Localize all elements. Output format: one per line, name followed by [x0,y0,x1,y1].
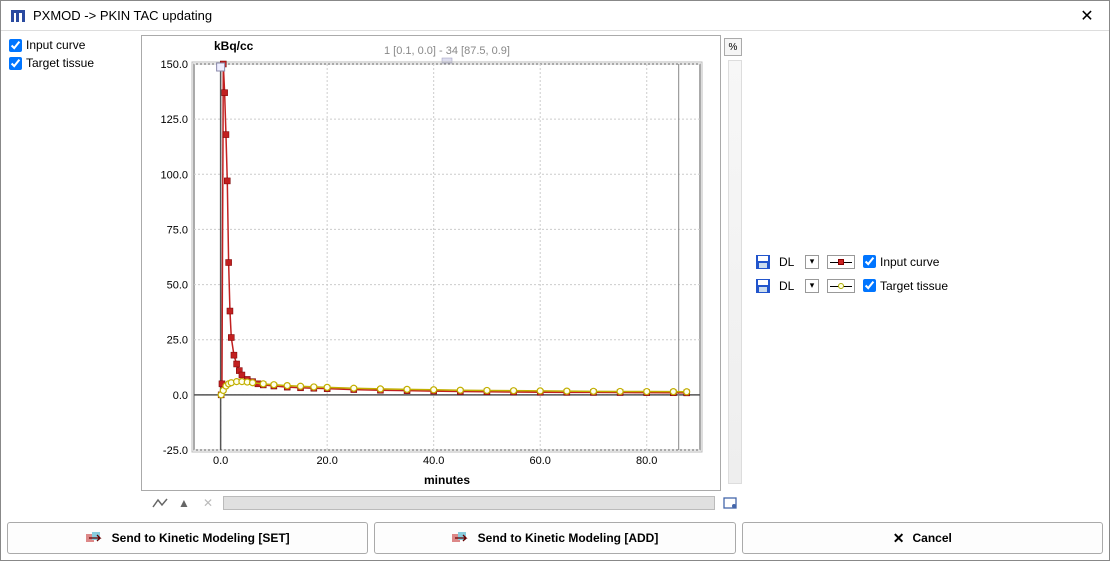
horizontal-scrollbar[interactable] [223,496,715,510]
expand-icon[interactable] [721,495,739,511]
checkbox-input-curve-box[interactable] [9,39,22,52]
legend-dropdown-1[interactable]: ▾ [805,255,819,269]
close-icon: ✕ [1080,6,1093,26]
checkbox-target-tissue-label: Target tissue [26,56,94,70]
svg-text:50.0: 50.0 [167,280,188,292]
legend-dropdown-2[interactable]: ▾ [805,279,819,293]
swatch-target-tissue[interactable] [827,279,855,293]
triangle-up-icon[interactable]: ▲ [175,495,193,511]
svg-text:0.0: 0.0 [173,390,188,402]
series-toggle-panel: Input curve Target tissue [1,31,141,516]
button-row: Send to Kinetic Modeling [SET] Send to K… [1,516,1109,560]
svg-text:150.0: 150.0 [160,59,188,71]
vertical-slider[interactable] [728,60,742,484]
svg-text:75.0: 75.0 [167,224,188,236]
legend-dl-label: DL [779,279,797,293]
legend-checkbox-target-tissue-box[interactable] [863,279,876,292]
svg-text:20.0: 20.0 [316,455,337,467]
line-style-icon[interactable] [151,495,169,511]
checkbox-target-tissue[interactable]: Target tissue [9,55,133,71]
svg-text:125.0: 125.0 [160,114,188,126]
svg-text:minutes: minutes [424,473,470,487]
save-icon[interactable] [755,278,771,294]
send-add-button[interactable]: Send to Kinetic Modeling [ADD] [374,522,735,554]
legend-label-target-tissue: Target tissue [880,279,948,293]
kinetic-icon [452,531,470,545]
checkbox-input-curve-label: Input curve [26,38,85,52]
app-icon [9,7,27,25]
svg-text:kBq/cc: kBq/cc [214,39,254,53]
chart-panel: kBq/cc 1 [0.1, 0.0] - 34 [87.5, 0.9] 0.0 20… [141,31,741,516]
cancel-button[interactable]: ✕ Cancel [742,522,1103,554]
swatch-input-curve[interactable] [827,255,855,269]
legend-checkbox-target-tissue[interactable]: Target tissue [863,278,948,294]
legend-checkbox-input-curve-box[interactable] [863,255,876,268]
svg-text:100.0: 100.0 [160,169,188,181]
kinetic-icon [86,531,104,545]
send-set-button[interactable]: Send to Kinetic Modeling [SET] [7,522,368,554]
chart-area[interactable]: kBq/cc 1 [0.1, 0.0] - 34 [87.5, 0.9] 0.0 20… [141,35,721,491]
svg-text:80.0: 80.0 [636,455,657,467]
cancel-icon: ✕ [893,530,905,547]
cancel-label: Cancel [913,531,952,545]
delete-icon[interactable]: ✕ [199,495,217,511]
send-add-label: Send to Kinetic Modeling [ADD] [478,531,659,545]
save-icon[interactable] [755,254,771,270]
window-title: PXMOD -> PKIN TAC updating [33,8,1073,23]
legend-row-input-curve: DL ▾ Input curve [755,250,1095,274]
legend-label-input-curve: Input curve [880,255,939,269]
close-button[interactable]: ✕ [1073,2,1101,30]
legend-checkbox-input-curve[interactable]: Input curve [863,254,939,270]
chart-toolbar: ▲ ✕ [141,491,741,511]
legend-row-target-tissue: DL ▾ Target tissue [755,274,1095,298]
checkbox-input-curve[interactable]: Input curve [9,37,133,53]
checkbox-target-tissue-box[interactable] [9,57,22,70]
title-bar: PXMOD -> PKIN TAC updating ✕ [1,1,1109,31]
send-set-label: Send to Kinetic Modeling [SET] [112,531,290,545]
svg-text:25.0: 25.0 [167,335,188,347]
legend-dl-label: DL [779,255,797,269]
percent-icon: % [729,42,738,53]
percent-button[interactable]: % [724,38,742,56]
svg-text:40.0: 40.0 [423,455,444,467]
svg-text:60.0: 60.0 [529,455,550,467]
chart-svg: kBq/cc 1 [0.1, 0.0] - 34 [87.5, 0.9] 0.0 20… [142,36,720,490]
svg-text:-25.0: -25.0 [163,445,188,457]
svg-text:0.0: 0.0 [213,455,228,467]
svg-text:1 [0.1, 0.0] - 34 [87.5, 0.9]: 1 [0.1, 0.0] - 34 [87.5, 0.9] [384,45,510,57]
legend-panel: DL ▾ Input curve DL ▾ [741,31,1109,516]
